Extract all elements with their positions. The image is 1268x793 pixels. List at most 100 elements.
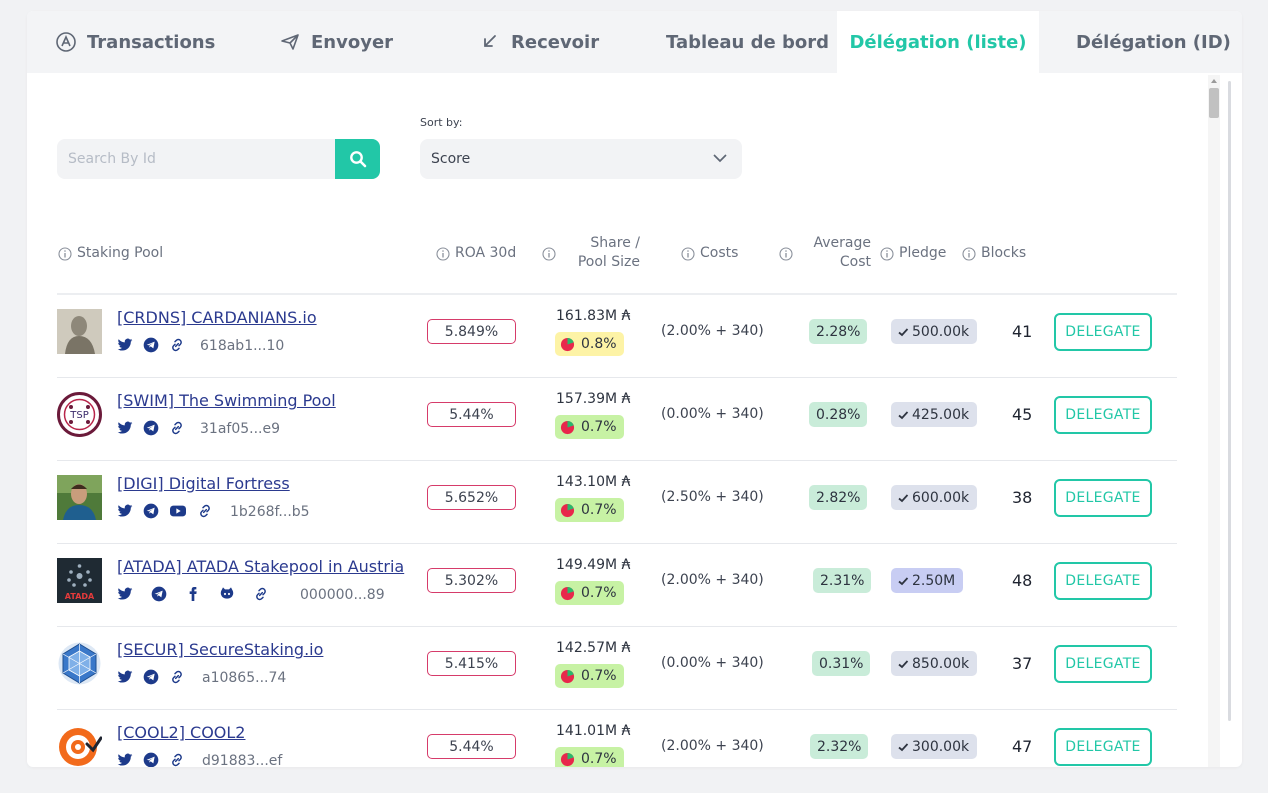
pool-socials [117, 503, 213, 519]
github-icon[interactable] [219, 586, 235, 602]
svg-text:TSP: TSP [69, 410, 89, 421]
average-cost-badge: 0.31% [812, 651, 871, 676]
column-header-average-cost[interactable]: Average Cost [807, 234, 872, 272]
delegate-button[interactable]: DELEGATE [1054, 396, 1152, 434]
pool-avatar-atada: ATADA [57, 558, 102, 603]
pool-socials [117, 337, 185, 353]
average-cost-badge: 2.82% [809, 485, 868, 510]
pool-id: 000000...89 [300, 587, 385, 603]
table-row: [DIGI] Digital Fortress 1b268f...b5 5.65… [57, 461, 1177, 544]
column-header-roa[interactable]: ROA 30d [436, 244, 516, 263]
pool-name-link[interactable]: [CRDNS] CARDANIANS.io [117, 308, 317, 327]
tab-transactions[interactable]: Transactions [55, 11, 215, 73]
delegate-button[interactable]: DELEGATE [1054, 479, 1152, 517]
tab-delegation-liste[interactable]: Délégation (liste) [837, 11, 1039, 73]
tab-label: Délégation (ID) [1076, 31, 1231, 53]
delegate-button[interactable]: DELEGATE [1054, 313, 1152, 351]
search-input[interactable] [57, 139, 335, 179]
pool-name-link[interactable]: [SWIM] The Swimming Pool [117, 391, 336, 410]
pledge-badge: 425.00k [891, 402, 978, 427]
pool-name-link[interactable]: [SECUR] SecureStaking.io [117, 640, 323, 659]
average-cost-badge: 0.28% [809, 402, 868, 427]
tab-label: Transactions [87, 31, 216, 53]
link-icon[interactable] [197, 503, 213, 519]
scrollbar[interactable] [1208, 75, 1220, 767]
pool-name-link[interactable]: [DIGI] Digital Fortress [117, 474, 290, 493]
pool-costs: (0.00% + 340) [661, 406, 764, 422]
table-row: [SECUR] SecureStaking.io a10865...74 5.4… [57, 627, 1177, 710]
delegate-button[interactable]: DELEGATE [1054, 645, 1152, 683]
checkmark-icon [898, 410, 909, 419]
telegram-icon[interactable] [143, 669, 159, 685]
column-header-blocks[interactable]: Blocks [962, 244, 1026, 263]
column-header-pool[interactable]: Staking Pool [58, 244, 163, 263]
link-icon[interactable] [253, 586, 269, 602]
inner-scrollbar[interactable] [1228, 81, 1231, 721]
pool-name-link[interactable]: [ATADA] ATADA Stakepool in Austria [117, 557, 404, 576]
checkmark-icon [898, 493, 909, 502]
share-badge: 0.7% [555, 664, 624, 688]
share-badge: 0.7% [555, 581, 624, 605]
pool-avatar-digi [57, 475, 102, 520]
pool-id: 31af05...e9 [200, 421, 281, 437]
info-icon[interactable] [962, 246, 976, 261]
info-icon[interactable] [58, 246, 72, 261]
link-icon[interactable] [169, 337, 185, 353]
telegram-icon[interactable] [143, 420, 159, 436]
info-icon[interactable] [542, 247, 556, 261]
table-row: ATADA [ATADA] ATADA Stakepool in Austria… [57, 544, 1177, 627]
twitter-icon[interactable] [117, 752, 133, 767]
tab-envoyer[interactable]: Envoyer [279, 11, 393, 73]
telegram-icon[interactable] [143, 337, 159, 353]
link-icon[interactable] [169, 669, 185, 685]
search-button[interactable] [335, 139, 380, 179]
pool-costs: (2.00% + 340) [661, 738, 764, 754]
delegate-button[interactable]: DELEGATE [1054, 562, 1152, 600]
link-icon[interactable] [169, 752, 185, 767]
pie-chart-icon [560, 669, 575, 683]
svg-text:ATADA: ATADA [65, 592, 95, 601]
pool-name-link[interactable]: [COOL2] COOL2 [117, 723, 245, 742]
facebook-icon[interactable] [185, 586, 201, 602]
share-badge: 0.8% [555, 332, 624, 356]
info-icon[interactable] [779, 247, 793, 261]
twitter-icon[interactable] [117, 503, 133, 519]
telegram-icon[interactable] [151, 586, 167, 602]
twitter-icon[interactable] [117, 420, 133, 436]
blocks-count: 38 [1012, 488, 1033, 507]
delegation-card: Transactions Envoyer Recevoir Tableau de… [27, 11, 1242, 767]
scrollbar-thumb[interactable] [1209, 88, 1219, 118]
tab-delegation-id[interactable]: Délégation (ID) [1076, 11, 1231, 73]
link-icon[interactable] [169, 420, 185, 436]
twitter-icon[interactable] [117, 337, 133, 353]
info-icon[interactable] [681, 246, 695, 261]
delegate-button[interactable]: DELEGATE [1054, 728, 1152, 766]
scroll-up-arrow-icon[interactable] [1211, 79, 1217, 83]
telegram-icon[interactable] [143, 752, 159, 767]
arrow-down-left-icon [479, 31, 501, 53]
checkmark-icon [898, 576, 909, 585]
pool-avatar-swim: TSP [57, 392, 102, 437]
column-header-share[interactable]: Share / Pool Size [575, 234, 640, 272]
tab-recevoir[interactable]: Recevoir [479, 11, 599, 73]
twitter-icon[interactable] [117, 669, 133, 685]
pie-chart-icon [560, 586, 575, 600]
average-cost-badge: 2.31% [813, 568, 872, 593]
info-icon[interactable] [880, 246, 894, 261]
share-badge: 0.7% [555, 747, 624, 767]
column-header-costs[interactable]: Costs [681, 244, 738, 263]
tab-tableau-de-bord[interactable]: Tableau de bord [666, 11, 829, 73]
blocks-count: 41 [1012, 322, 1033, 341]
sort-select[interactable]: Score [420, 139, 742, 179]
checkmark-icon [898, 327, 909, 336]
youtube-icon[interactable] [169, 503, 187, 519]
pool-size: 141.01M ₳ [556, 723, 631, 739]
column-header-pledge[interactable]: Pledge [880, 244, 946, 263]
pie-chart-icon [560, 503, 575, 517]
pool-size: 161.83M ₳ [556, 308, 631, 324]
info-icon[interactable] [436, 246, 450, 261]
twitter-icon[interactable] [117, 586, 133, 602]
telegram-icon[interactable] [143, 503, 159, 519]
pledge-badge: 300.00k [891, 734, 978, 759]
pool-size: 157.39M ₳ [556, 391, 631, 407]
